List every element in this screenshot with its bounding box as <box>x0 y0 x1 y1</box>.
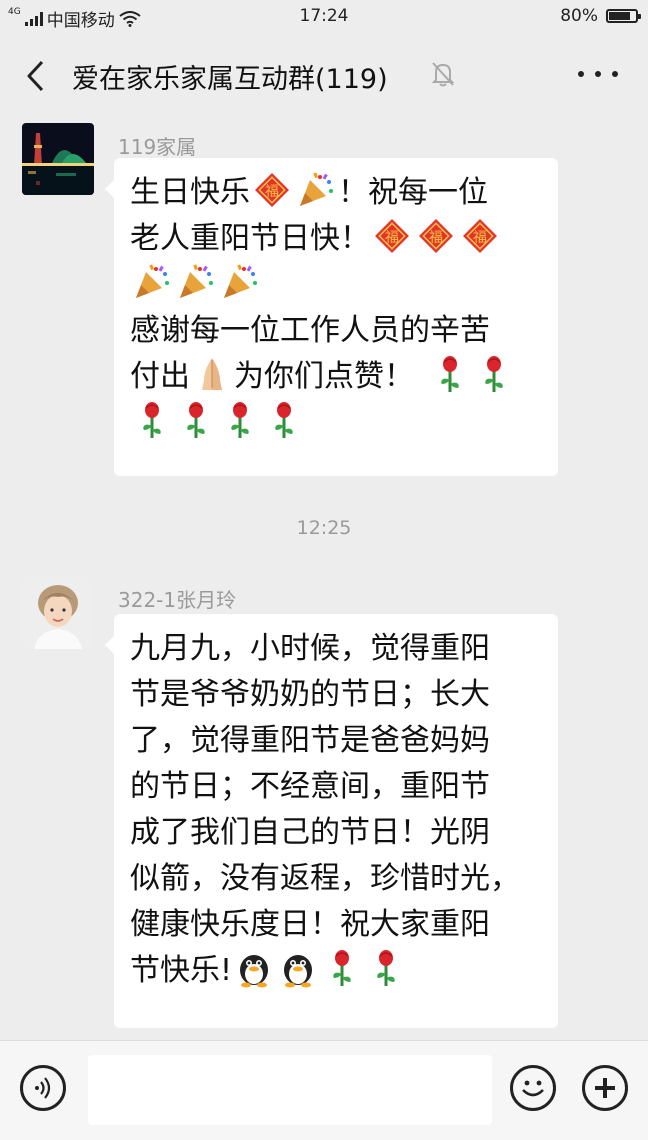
voice-icon[interactable] <box>20 1065 66 1111</box>
message-text: 为你们点赞！ <box>234 359 414 394</box>
fu-blessing-emoji <box>252 170 292 210</box>
message-text: 节快乐! <box>130 953 233 988</box>
rose-emoji <box>322 948 362 988</box>
message-line: 成了我们自己的节日！光阴 <box>130 815 490 850</box>
status-right: 80% <box>560 6 641 26</box>
rose-emoji <box>366 948 406 988</box>
party-popper-emoji <box>132 262 172 302</box>
fu-blessing-emoji <box>416 216 456 256</box>
message-line: 的节日；不经意间，重阳节 <box>130 769 490 804</box>
battery-fill <box>609 12 630 20</box>
message-text: 感谢每一位工作人员的辛苦 <box>130 313 490 348</box>
rose-emoji <box>474 354 514 394</box>
voice-waves-icon <box>35 1077 51 1099</box>
rose-emoji <box>430 354 470 394</box>
emoji-line <box>130 262 544 308</box>
message-line: 付出 为你们点赞！ <box>130 354 544 400</box>
smiley-icon <box>522 1080 544 1097</box>
battery-percent: 80% <box>560 6 598 26</box>
message-line: 九月九，小时候，觉得重阳 <box>130 631 490 666</box>
message-line: 节是爷爷奶奶的节日；长大 <box>130 677 490 712</box>
message-bubble[interactable]: 生日快乐 ！祝每一位 老人重阳节日快！ 感谢每一位工作人员的辛苦 付出 为你们点赞！ <box>105 158 558 476</box>
chat-title: 爱在家乐家属互动群(119) <box>72 64 388 95</box>
back-arrow-icon <box>27 60 44 92</box>
back-button[interactable] <box>18 56 54 96</box>
message-text: 老人重阳节日快！ <box>130 221 370 256</box>
praying-hands-emoji <box>192 354 232 394</box>
status-time: 17:24 <box>299 6 349 26</box>
sender-name: 322-1张月玲 <box>118 588 237 612</box>
message-line: 似箭，没有返程，珍惜时光， <box>130 861 520 896</box>
party-popper-emoji <box>220 262 260 302</box>
party-popper-emoji <box>176 262 216 302</box>
portrait-photo <box>22 577 94 649</box>
plus-icon[interactable] <box>582 1065 628 1111</box>
battery-icon <box>606 9 641 23</box>
penguin-emoji <box>278 948 318 988</box>
message-line: 感谢每一位工作人员的辛苦 <box>130 308 544 354</box>
message-line: 老人重阳节日快！ <box>130 216 544 262</box>
fu-blessing-emoji <box>372 216 412 256</box>
penguin-emoji <box>234 948 274 988</box>
chat-header: 爱在家乐家属互动群(119) <box>0 36 648 116</box>
rose-emoji <box>220 400 260 440</box>
message-line: 节快乐! <box>130 948 544 994</box>
message-text: 付出 <box>130 359 190 394</box>
message-line: 健康快乐度日！祝大家重阳 <box>130 907 490 942</box>
emoji-line <box>130 400 544 446</box>
status-bar: 4G 中国移动 17:24 80% <box>0 0 648 36</box>
sender-name: 119家属 <box>118 135 197 159</box>
message-text: ！祝每一位 <box>338 175 488 210</box>
night-harbor-photo <box>22 123 94 195</box>
party-popper-emoji <box>296 170 336 210</box>
message-line: 了，觉得重阳节是爸爸妈妈 <box>130 723 490 758</box>
input-bar <box>0 1040 648 1140</box>
more-dots-icon[interactable] <box>578 64 618 84</box>
message-input[interactable] <box>88 1055 492 1125</box>
message-text: 生日快乐 <box>130 175 250 210</box>
emoji-face-icon[interactable] <box>510 1065 556 1111</box>
message-bubble[interactable]: 九月九，小时候，觉得重阳 节是爷爷奶奶的节日；长大 了，觉得重阳节是爸爸妈妈 的… <box>105 614 558 1028</box>
time-divider: 12:25 <box>296 517 352 539</box>
rose-emoji <box>132 400 172 440</box>
rose-emoji <box>176 400 216 440</box>
avatar[interactable] <box>22 123 94 195</box>
mute-bell-icon <box>431 62 455 87</box>
message-line: 生日快乐 ！祝每一位 <box>130 170 544 216</box>
rose-emoji <box>264 400 304 440</box>
fu-blessing-emoji <box>460 216 500 256</box>
avatar[interactable] <box>22 577 94 649</box>
